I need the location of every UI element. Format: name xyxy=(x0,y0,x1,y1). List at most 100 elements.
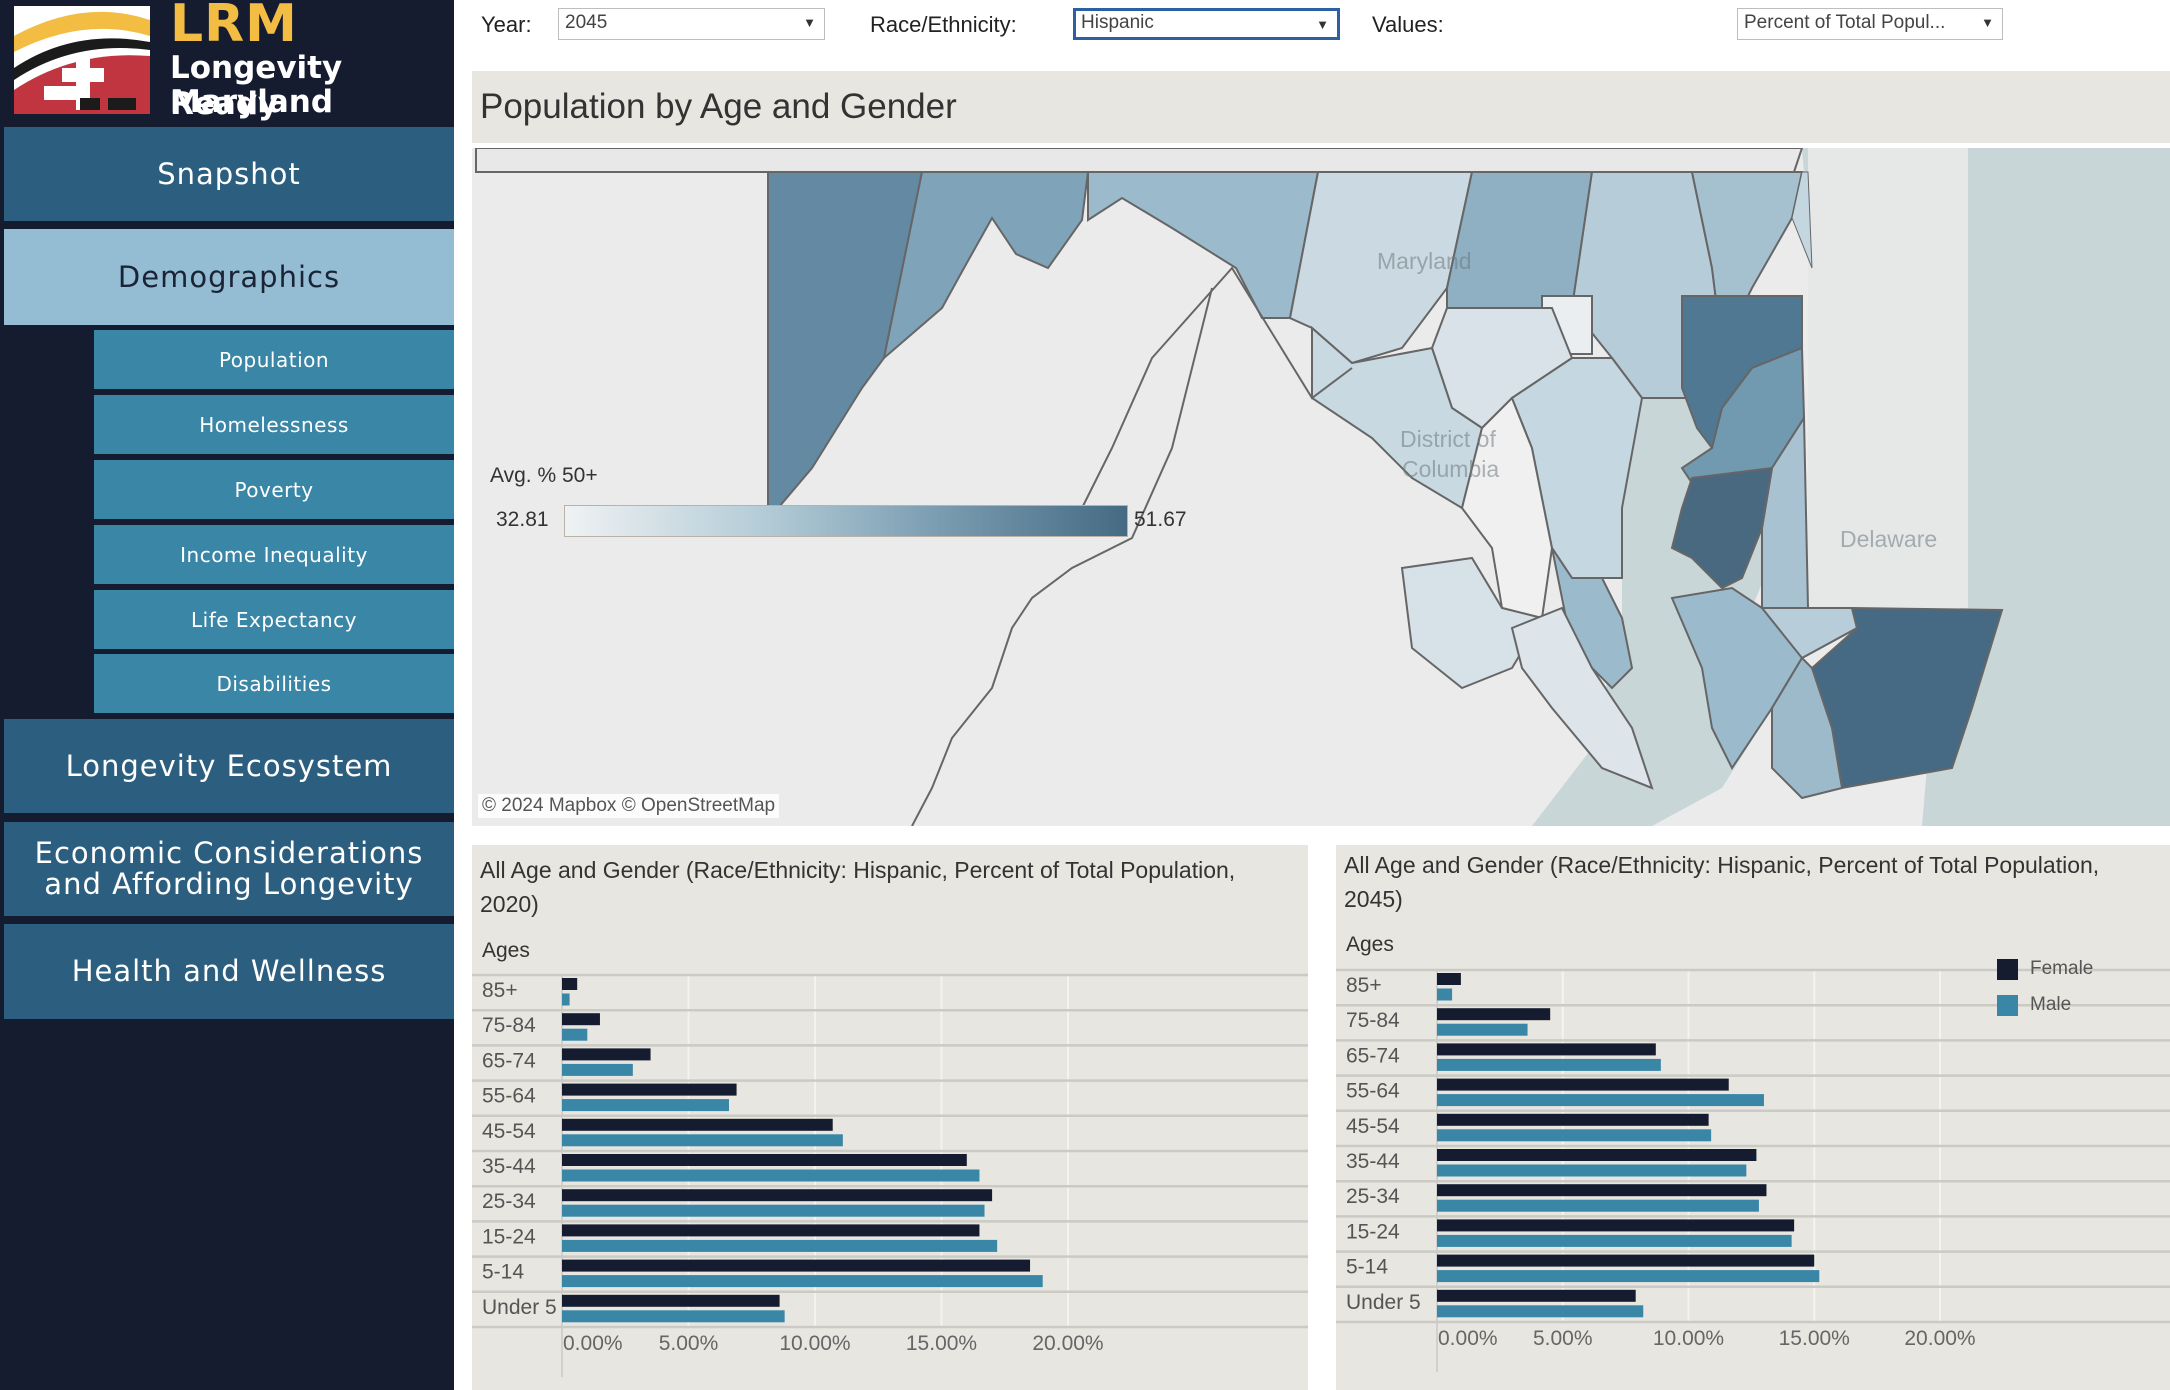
chart-panel-2045: All Age and Gender (Race/Ethnicity: Hisp… xyxy=(1336,845,2170,1390)
x-tick-label: 20.00% xyxy=(1904,1327,1975,1350)
bar-female-65-74[interactable] xyxy=(562,1048,651,1061)
bar-female-85-[interactable] xyxy=(1437,973,1461,985)
values-select[interactable]: Percent of Total Popul... ▼ xyxy=(1737,8,2003,40)
values-value: Percent of Total Popul... xyxy=(1744,12,1946,33)
bar-male-35-44[interactable] xyxy=(1437,1164,1747,1177)
bar-female-45-54[interactable] xyxy=(562,1118,833,1131)
bar-male-65-74[interactable] xyxy=(1437,1058,1661,1071)
subnav-poverty[interactable]: Poverty xyxy=(94,460,454,519)
bar-male-15-24[interactable] xyxy=(1437,1234,1792,1247)
bar-male-85-[interactable] xyxy=(1437,988,1453,1001)
nav-label: Snapshot xyxy=(157,156,301,191)
bar-female-35-44[interactable] xyxy=(1437,1149,1757,1161)
bar-male-75-84[interactable] xyxy=(1437,1023,1528,1036)
year-value: 2045 xyxy=(565,12,608,33)
subnav-disabilities[interactable]: Disabilities xyxy=(94,654,454,713)
bar-male-under-5[interactable] xyxy=(1437,1305,1644,1318)
map-label-dc-1: District of xyxy=(1400,426,1496,452)
bar-male-35-44[interactable] xyxy=(562,1169,980,1182)
nav-snapshot[interactable]: Snapshot xyxy=(4,127,454,221)
subnav-life-expectancy[interactable]: Life Expectancy xyxy=(94,590,454,649)
values-label: Values: xyxy=(1372,12,1444,37)
subnav-population[interactable]: Population xyxy=(94,330,454,389)
bar-male-55-64[interactable] xyxy=(1437,1094,1764,1107)
category-label: 55-64 xyxy=(1346,1080,1400,1103)
bar-male-55-64[interactable] xyxy=(562,1099,729,1112)
map-legend-min: 32.81 xyxy=(496,508,549,531)
bar-male-25-34[interactable] xyxy=(1437,1199,1759,1212)
choropleth-map[interactable]: Maryland District of Columbia Delaware A… xyxy=(472,148,2170,826)
subnav-label: Disabilities xyxy=(216,671,332,696)
bar-male-5-14[interactable] xyxy=(562,1275,1043,1288)
bar-male-15-24[interactable] xyxy=(562,1239,998,1252)
bar-female-55-64[interactable] xyxy=(562,1083,737,1096)
bar-female-5-14[interactable] xyxy=(1437,1254,1815,1267)
dropdown-arrow-icon: ▼ xyxy=(1316,17,1329,32)
bar-female-5-14[interactable] xyxy=(562,1259,1031,1272)
subnav-income-inequality[interactable]: Income Inequality xyxy=(94,525,454,584)
map-legend-title: Avg. % 50+ xyxy=(490,464,598,487)
bar-female-55-64[interactable] xyxy=(1437,1078,1729,1091)
map-attribution[interactable]: © 2024 Mapbox © OpenStreetMap xyxy=(478,794,780,818)
bar-male-75-84[interactable] xyxy=(562,1028,588,1041)
subnav-label: Life Expectancy xyxy=(191,607,357,632)
bar-female-15-24[interactable] xyxy=(562,1224,980,1237)
logo[interactable]: LRM Longevity Ready Maryland xyxy=(4,0,454,125)
x-tick-label: 15.00% xyxy=(1779,1327,1850,1350)
category-label: Under 5 xyxy=(482,1296,557,1319)
bar-female-under-5[interactable] xyxy=(562,1294,780,1307)
bar-male-45-54[interactable] xyxy=(1437,1129,1712,1142)
race-ethnicity-select[interactable]: Hispanic ▼ xyxy=(1073,8,1340,40)
county-carroll[interactable] xyxy=(1446,171,1594,309)
bar-female-65-74[interactable] xyxy=(1437,1043,1656,1056)
bar-male-65-74[interactable] xyxy=(562,1063,633,1076)
bar-female-75-84[interactable] xyxy=(562,1013,600,1026)
category-label: 75-84 xyxy=(482,1014,536,1037)
bar-female-85-[interactable] xyxy=(562,978,578,990)
subnav-label: Income Inequality xyxy=(180,542,368,567)
bar-female-35-44[interactable] xyxy=(562,1154,967,1166)
category-label: 35-44 xyxy=(1346,1150,1400,1173)
map-label-maryland: Maryland xyxy=(1377,248,1472,274)
bar-chart-2045[interactable]: Ages 0.00% 5.00% 10.00% 15.00% 20.00% 85+ 75-84… xyxy=(1336,845,2170,1390)
bar-male-85-[interactable] xyxy=(562,993,570,1006)
legend-label-male[interactable]: Male xyxy=(2030,994,2071,1016)
bar-male-5-14[interactable] xyxy=(1437,1270,1820,1283)
x-tick-label: 15.00% xyxy=(906,1332,977,1355)
logo-line-2: Maryland xyxy=(170,84,334,120)
nav-label: Health and Wellness xyxy=(71,954,387,988)
bar-female-25-34[interactable] xyxy=(1437,1184,1767,1197)
category-label: 75-84 xyxy=(1346,1009,1400,1032)
nav-demographics[interactable]: Demographics xyxy=(4,229,454,325)
year-label: Year: xyxy=(481,12,532,37)
bar-chart-2020[interactable]: Ages 0.00% 5.00% 10.00% 15.00% 20.00% 85+ 75-84… xyxy=(472,845,1308,1390)
category-label: 25-34 xyxy=(482,1190,536,1213)
x-tick-label: 5.00% xyxy=(1533,1327,1593,1350)
chart-panel-2020: All Age and Gender (Race/Ethnicity: Hisp… xyxy=(472,845,1308,1390)
map-legend-max: 51.67 xyxy=(1134,508,1187,531)
pa-border xyxy=(475,148,1804,173)
nav-health-wellness[interactable]: Health and Wellness xyxy=(4,924,454,1019)
year-select[interactable]: 2045 ▼ xyxy=(558,8,825,40)
nav-label: Economic Considerations and Affording Lo… xyxy=(34,836,424,901)
bar-male-45-54[interactable] xyxy=(562,1134,843,1147)
category-label: 35-44 xyxy=(482,1155,536,1178)
nav-economic-considerations[interactable]: Economic Considerations and Affording Lo… xyxy=(4,822,454,916)
bar-male-25-34[interactable] xyxy=(562,1204,985,1217)
bar-male-under-5[interactable] xyxy=(562,1310,785,1323)
y-axis-title: Ages xyxy=(1346,933,1394,956)
bar-female-15-24[interactable] xyxy=(1437,1219,1795,1232)
bar-female-45-54[interactable] xyxy=(1437,1113,1709,1126)
bar-female-75-84[interactable] xyxy=(1437,1008,1551,1021)
dropdown-arrow-icon: ▼ xyxy=(1981,15,1994,30)
nav-longevity-ecosystem[interactable]: Longevity Ecosystem xyxy=(4,719,454,813)
subnav-homelessness[interactable]: Homelessness xyxy=(94,395,454,454)
bar-female-25-34[interactable] xyxy=(562,1189,993,1202)
map-canvas[interactable] xyxy=(472,148,2170,826)
x-tick-label: 0.00% xyxy=(1438,1327,1498,1350)
legend-label-female[interactable]: Female xyxy=(2030,958,2093,980)
bar-female-under-5[interactable] xyxy=(1437,1289,1636,1302)
nav-label: Demographics xyxy=(117,259,341,294)
category-label: 85+ xyxy=(1346,974,1382,997)
x-tick-label: 10.00% xyxy=(779,1332,850,1355)
